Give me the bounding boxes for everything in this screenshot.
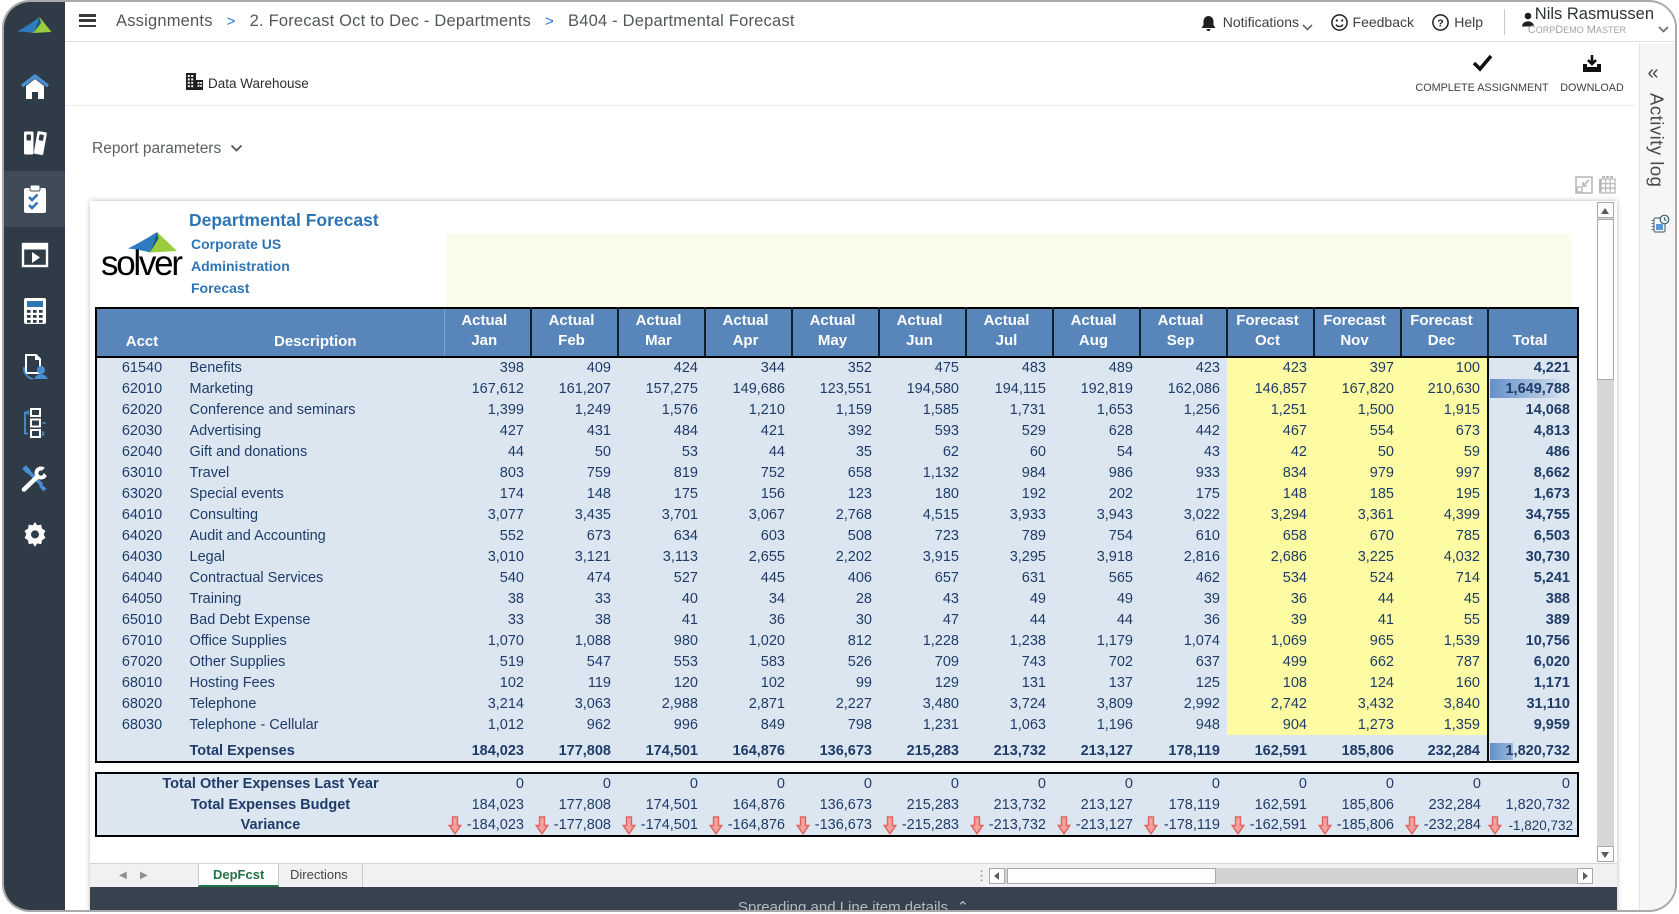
svg-text:?: ?	[1437, 17, 1443, 29]
svg-text:solver: solver	[101, 244, 183, 283]
